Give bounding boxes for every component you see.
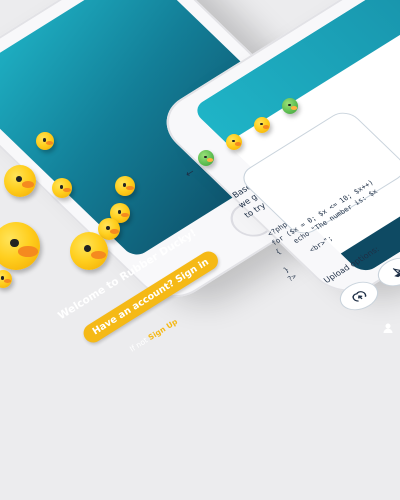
duck-icon — [52, 178, 72, 198]
duck-icon — [282, 98, 298, 114]
profile-icon[interactable] — [382, 322, 394, 334]
duck-icon — [115, 176, 135, 196]
cloud-upload-glyph — [352, 291, 367, 302]
mockup-stage: Welcome to Rubber Ducky! Have an account… — [0, 0, 400, 500]
signup-line: If not Sign Up — [128, 317, 179, 354]
signup-prefix: If not — [128, 335, 150, 354]
duck-icon — [226, 134, 242, 150]
duck-icon — [0, 222, 40, 270]
boat-glyph — [392, 268, 400, 278]
duck-icon — [4, 165, 36, 197]
duck-icon — [70, 232, 108, 270]
duck-icon — [254, 117, 270, 133]
code-line: ?> — [286, 272, 299, 284]
duck-icon — [36, 132, 54, 150]
signup-link[interactable]: Sign Up — [147, 317, 180, 342]
duck-icon — [198, 150, 214, 166]
duck-icon — [0, 270, 12, 288]
